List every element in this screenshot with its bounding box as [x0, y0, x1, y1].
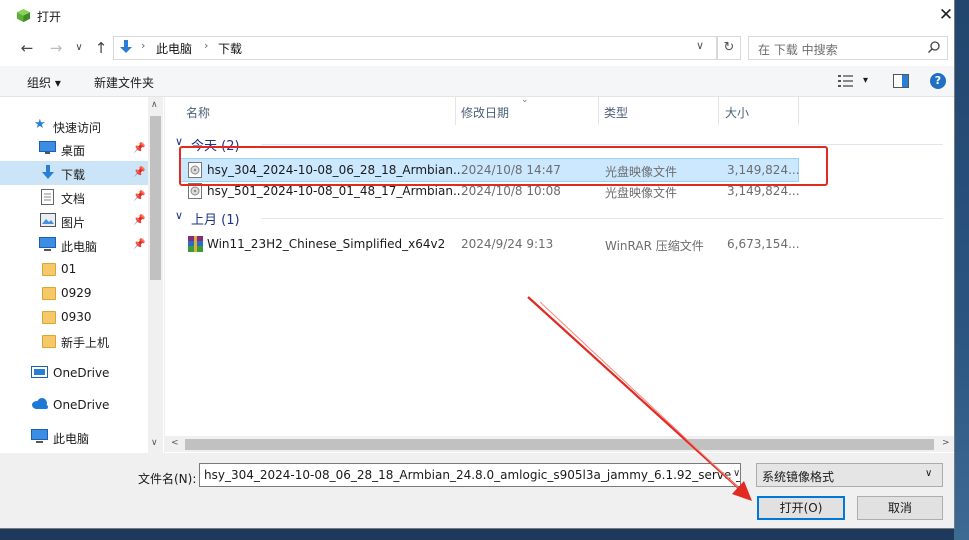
annotation-arrow [527, 296, 752, 501]
